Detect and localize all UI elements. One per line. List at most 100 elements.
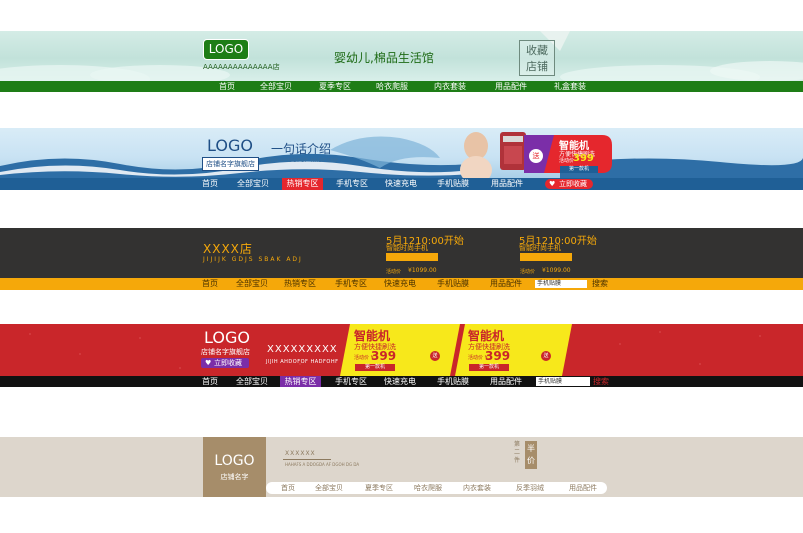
nav-down-jacket[interactable]: 反季羽绒	[516, 482, 544, 494]
banner-1-background: LOGO AAAAAAAAAAAAAA店 婴幼儿,棉品生活馆 收藏 店铺	[0, 31, 803, 81]
banner-4-nav: 首页 全部宝贝 热销专区 手机专区 快速充电 手机贴膜 用品配件 手机贴膜 搜索	[0, 376, 803, 387]
promo-2-desc: 智能时尚手机	[519, 244, 561, 252]
banner-2-price: 399	[573, 153, 594, 164]
banner-5-logo: LOGO	[214, 453, 255, 469]
promo-1-bar	[386, 253, 438, 261]
nav-phones[interactable]: 手机专区	[335, 278, 367, 290]
banner-5-pinyin: HAHAFS A DDOGDA AF DGOH DG DA	[285, 462, 360, 467]
promo-2-price-label: 活动价	[520, 269, 536, 275]
nav-home[interactable]: 首页	[281, 482, 295, 494]
nav-hot-sale[interactable]: 热销专区	[284, 278, 316, 290]
banner-5-logo-box[interactable]: LOGO 店铺名字	[203, 437, 266, 497]
banner-4-pinyin: JIJIH AHDOFOF HADFOHF	[266, 359, 339, 365]
promo-1-price-label: 活动价	[386, 269, 402, 275]
nav-hot-sale[interactable]: 热销专区	[282, 178, 323, 190]
banner-3-nav: 首页 全部宝贝 热销专区 手机专区 快速充电 手机贴膜 用品配件 手机贴膜 搜索	[0, 278, 803, 290]
banner-2-pinyin: JIJJH AHDOFOF HADFOHF	[266, 158, 339, 164]
banner-4-promo-1-badge: 送	[430, 351, 440, 361]
favorite-line-1: 收藏	[526, 44, 548, 57]
banner-5-nav: 首页 全部宝贝 夏季专区 哈衣爬服 内衣套装 反季羽绒 用品配件	[266, 482, 607, 494]
banner-5-divider	[283, 459, 331, 460]
banner-4-promo-1-button[interactable]: 第一款机	[355, 364, 395, 371]
nav-accessories[interactable]: 用品配件	[491, 178, 523, 190]
banner-2-product-photo	[460, 132, 526, 178]
nav-romper[interactable]: 哈衣爬服	[376, 81, 408, 92]
banner-4-shop-name: 店铺名字旗舰店	[201, 348, 250, 356]
nav-underwear[interactable]: 内衣套装	[463, 482, 491, 494]
nav-gift-box[interactable]: 礼盒套装	[554, 81, 586, 92]
nav-screen-film[interactable]: 手机贴膜	[437, 178, 469, 190]
banner-3-pinyin: JIJIJK GDJS SBAK ADJ	[203, 256, 303, 263]
banner-3-shop: XXXX店	[203, 242, 253, 256]
banner-4-promo-1-price: 399	[371, 349, 397, 363]
nav-phones[interactable]: 手机专区	[335, 376, 367, 387]
banner-5-side-text: 第二件	[514, 441, 521, 464]
banner-1-logo-box[interactable]: LOGO	[203, 39, 249, 60]
banner-4-favorite-button[interactable]: ♥ 立即收藏	[201, 358, 249, 368]
nav-accessories[interactable]: 用品配件	[495, 81, 527, 92]
banner-2-tagline: 一句话介绍	[271, 142, 332, 156]
nav-fast-charge[interactable]: 快速充电	[384, 376, 416, 387]
nav-summer[interactable]: 夏季专区	[319, 81, 351, 92]
banner-2-shop-name: 店铺名字旗舰店	[202, 157, 259, 171]
nav-underwear[interactable]: 内衣套装	[434, 81, 466, 92]
nav-summer[interactable]: 夏季专区	[365, 482, 393, 494]
banner-1-nav: 首页 全部宝贝 夏季专区 哈衣爬服 内衣套装 用品配件 礼盒套装	[0, 81, 803, 92]
banner-4-background: LOGO 店铺名字旗舰店 ♥ 立即收藏 XXXXXXXXX JIJIH AHDO…	[0, 324, 803, 376]
heart-icon: ♥	[205, 359, 212, 367]
banner-5-half-price: 半价	[525, 441, 537, 469]
banner-3-search-button[interactable]: 搜索	[592, 278, 608, 290]
banner-4-search-input[interactable]: 手机贴膜	[536, 377, 590, 386]
banner-4-favorite-label: 立即收藏	[214, 359, 242, 367]
nav-all-items[interactable]: 全部宝贝	[236, 376, 268, 387]
nav-screen-film[interactable]: 手机贴膜	[437, 376, 469, 387]
nav-screen-film[interactable]: 手机贴膜	[437, 278, 469, 290]
banner-4-logo: LOGO	[204, 328, 250, 347]
banner-1-subtitle: AAAAAAAAAAAAAA店	[203, 63, 280, 71]
promo-2-bar	[520, 253, 572, 261]
nav-phones[interactable]: 手机专区	[336, 178, 368, 190]
banner-2-logo: LOGO	[207, 136, 253, 155]
banner-3-search-input[interactable]: 手机贴膜	[535, 280, 587, 288]
nav-fast-charge[interactable]: 快速充电	[385, 178, 417, 190]
nav-home[interactable]: 首页	[202, 376, 218, 387]
banner-4-search-button[interactable]: 搜索	[593, 376, 609, 387]
banner-5-background: LOGO 店铺名字 XXXXXX HAHAFS A DDOGDA AF DGOH…	[0, 437, 803, 497]
nav-accessories[interactable]: 用品配件	[490, 278, 522, 290]
nav-home[interactable]: 首页	[202, 178, 218, 190]
promo-1-desc: 智能时尚手机	[386, 244, 428, 252]
banner-1-logo: LOGO	[208, 42, 244, 56]
heart-icon: ♥	[549, 180, 556, 188]
banner-2-favorite-button[interactable]: ♥ 立即收藏	[545, 179, 593, 189]
favorite-store-button[interactable]: 收藏 店铺	[519, 40, 555, 76]
banner-4-big-text: XXXXXXXXX	[267, 344, 338, 355]
nav-accessories[interactable]: 用品配件	[569, 482, 597, 494]
banner-4-promo-2-button[interactable]: 第一款机	[469, 364, 509, 371]
favorite-line-2: 店铺	[526, 60, 548, 73]
banner-2-waves	[0, 136, 803, 178]
nav-fast-charge[interactable]: 快速充电	[384, 278, 416, 290]
banner-2-background: LOGO 一句话介绍 店铺名字旗舰店 JIJJH AHDOFOF HADFOHF…	[0, 128, 803, 178]
banner-3-background: XXXX店 JIJIJK GDJS SBAK ADJ 5月1210:00开始 智…	[0, 228, 803, 278]
nav-home[interactable]: 首页	[202, 278, 218, 290]
banner-2-promo-button[interactable]: 第一款机	[560, 166, 598, 173]
nav-accessories[interactable]: 用品配件	[490, 376, 522, 387]
banner-4-promo-2-badge: 送	[541, 351, 551, 361]
banner-2-price-label: 活动价	[559, 158, 575, 164]
banner-5-xxx: XXXXXX	[285, 450, 316, 457]
banner-1-slogan: 婴幼儿,棉品生活馆	[334, 51, 434, 65]
nav-romper[interactable]: 哈衣爬服	[414, 482, 442, 494]
nav-home[interactable]: 首页	[219, 81, 235, 92]
banner-5-shop-name: 店铺名字	[220, 473, 249, 481]
nav-all-items[interactable]: 全部宝贝	[237, 178, 269, 190]
promo-1-price: ¥1099.00	[408, 267, 437, 274]
nav-hot-sale[interactable]: 热销专区	[280, 376, 321, 387]
nav-all-items[interactable]: 全部宝贝	[260, 81, 292, 92]
banner-2-favorite-label: 立即收藏	[559, 180, 587, 188]
banner-4-promo-2-price: 399	[485, 349, 511, 363]
nav-all-items[interactable]: 全部宝贝	[236, 278, 268, 290]
banner-2-gift-badge: 送	[529, 149, 543, 163]
banner-2-nav: 首页 全部宝贝 热销专区 手机专区 快速充电 手机贴膜 用品配件 ♥ 立即收藏	[0, 178, 803, 190]
nav-all-items[interactable]: 全部宝贝	[315, 482, 343, 494]
promo-2-price: ¥1099.00	[542, 267, 571, 274]
